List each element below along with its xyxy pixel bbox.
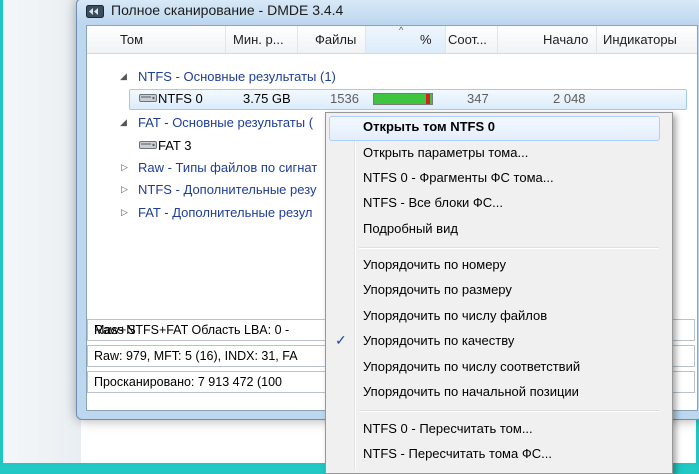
quality-bar bbox=[373, 93, 433, 105]
expanded-triangle-icon[interactable]: ◢ bbox=[120, 117, 127, 128]
volume-size: 3.75 GB bbox=[243, 91, 291, 106]
quality-bar-marker bbox=[426, 94, 430, 104]
group-label: Raw - Типы файлов по сигнат bbox=[138, 160, 318, 175]
col-divider[interactable] bbox=[497, 26, 498, 53]
drive-icon bbox=[139, 94, 157, 102]
volume-row-selected[interactable]: NTFS 0 3.75 GB 1536 347 2 048 bbox=[87, 87, 697, 110]
status-line-2: Raw: 979, MFT: 5 (16), INDX: 31, FA bbox=[94, 349, 298, 363]
col-indicators[interactable]: Индикаторы bbox=[603, 32, 677, 47]
group-label: FAT - Основные результаты ( bbox=[138, 115, 314, 130]
menu-item-label: Открыть том NTFS 0 bbox=[363, 119, 495, 134]
col-divider[interactable] bbox=[365, 26, 366, 53]
group-label: NTFS - Дополнительные резу bbox=[138, 182, 317, 197]
context-menu: Открыть том NTFS 0 Открыть параметры том… bbox=[325, 112, 673, 474]
col-min-size[interactable]: Мин. р... bbox=[233, 32, 284, 47]
menu-item-label: Упорядочить по номеру bbox=[363, 257, 507, 272]
collapsed-triangle-icon[interactable]: ▷ bbox=[121, 207, 128, 218]
menu-item-label: NTFS 0 - Пересчитать том... bbox=[363, 421, 533, 436]
menu-item-label: Упорядочить по начальной позиции bbox=[363, 384, 579, 399]
column-header: ^ Том Мин. р... Файлы % Соот... Начало И… bbox=[87, 25, 697, 54]
menu-item-label: NTFS 0 - Фрагменты ФС тома... bbox=[363, 170, 554, 185]
window-title: Полное сканирование - DMDE 3.4.4 bbox=[111, 2, 344, 18]
status-line-1-right: Mass S bbox=[94, 323, 136, 337]
menu-item-label: NTFS - Все блоки ФС... bbox=[363, 195, 503, 210]
volume-name: FAT 3 bbox=[158, 138, 192, 153]
drive-icon bbox=[139, 141, 157, 149]
col-divider[interactable] bbox=[445, 26, 446, 53]
col-start[interactable]: Начало bbox=[543, 32, 588, 47]
volume-name: NTFS 0 bbox=[158, 91, 203, 106]
col-divider[interactable] bbox=[596, 26, 597, 53]
menu-item-label: Упорядочить по числу соответствий bbox=[363, 359, 581, 374]
check-icon: ✓ bbox=[335, 332, 347, 348]
expanded-triangle-icon[interactable]: ◢ bbox=[120, 71, 127, 82]
menu-separator bbox=[359, 410, 659, 412]
menu-item-label: Упорядочить по числу файлов bbox=[363, 308, 548, 323]
volume-files: 1536 bbox=[330, 91, 359, 106]
menu-item-label: Упорядочить по качеству bbox=[363, 333, 515, 348]
menu-item-label: Упорядочить по размеру bbox=[363, 282, 512, 297]
sort-ascending-icon: ^ bbox=[399, 25, 404, 35]
volume-matches: 347 bbox=[467, 91, 489, 106]
sorted-column-bg bbox=[365, 26, 445, 53]
collapsed-triangle-icon[interactable]: ▷ bbox=[121, 184, 128, 195]
volume-start: 2 048 bbox=[553, 91, 586, 106]
col-files[interactable]: Файлы bbox=[315, 32, 356, 47]
app-icon bbox=[86, 5, 104, 18]
col-matches[interactable]: Соот... bbox=[448, 32, 487, 47]
menu-separator bbox=[359, 247, 659, 249]
group-label: FAT - Дополнительные резул bbox=[138, 205, 313, 220]
col-divider[interactable] bbox=[225, 26, 226, 53]
status-line-3: Просканировано: 7 913 472 (100 bbox=[94, 375, 282, 389]
col-divider[interactable] bbox=[297, 26, 298, 53]
menu-icon-gutter bbox=[354, 115, 356, 469]
title-bar[interactable]: Полное сканирование - DMDE 3.4.4 bbox=[77, 0, 699, 25]
col-percent[interactable]: % bbox=[420, 32, 432, 47]
group-label: NTFS - Основные результаты (1) bbox=[138, 69, 336, 84]
desktop-shade bbox=[3, 0, 81, 463]
menu-item-label: NTFS - Пересчитать тома ФС... bbox=[363, 446, 552, 461]
menu-item-label: Подробный вид bbox=[363, 221, 458, 236]
col-volume[interactable]: Том bbox=[120, 32, 143, 47]
collapsed-triangle-icon[interactable]: ▷ bbox=[121, 162, 128, 173]
tree-group[interactable]: ◢ NTFS - Основные результаты (1) bbox=[87, 66, 697, 88]
menu-item-label: Открыть параметры тома... bbox=[363, 145, 529, 160]
